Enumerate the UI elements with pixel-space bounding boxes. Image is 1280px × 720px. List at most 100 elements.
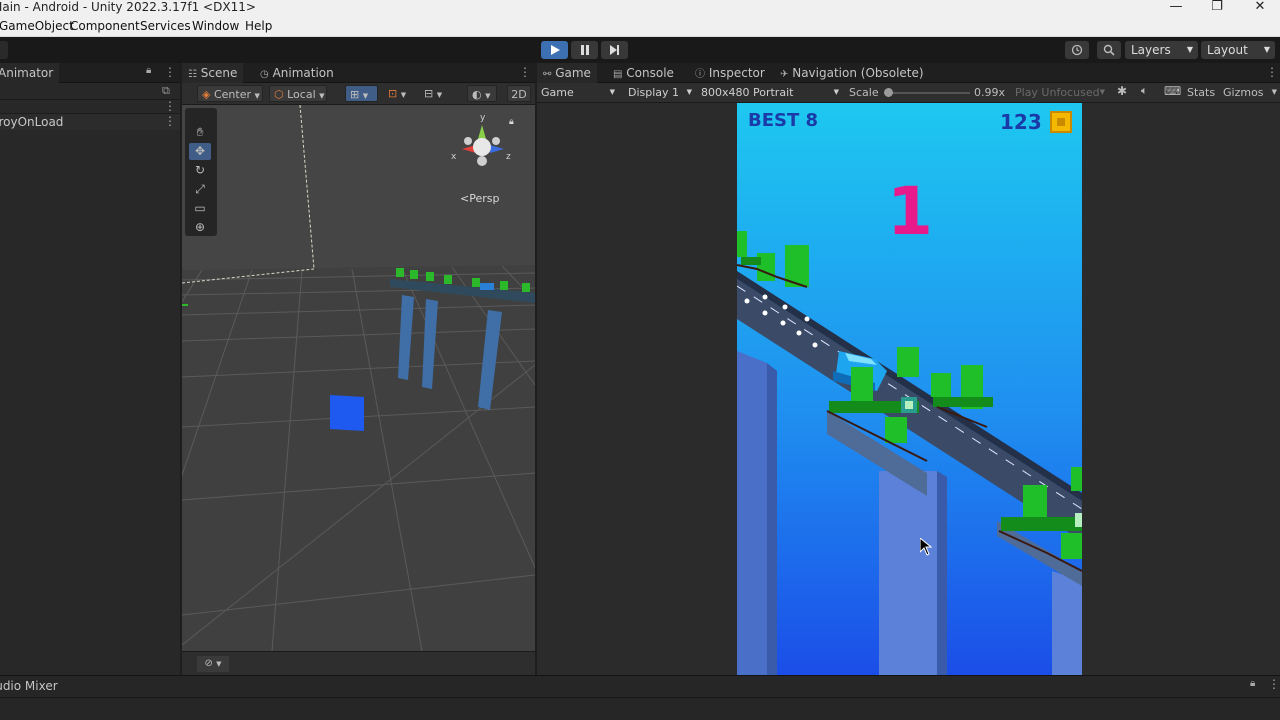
best-score-label: BEST 8 — [748, 110, 819, 131]
menu-window[interactable]: Window — [192, 19, 239, 33]
stats-button[interactable]: Stats — [1187, 86, 1215, 99]
game-screen[interactable]: BEST 8 123 1 — [737, 103, 1082, 675]
play-button[interactable] — [541, 41, 568, 59]
tab-console[interactable]: ▤ Console — [607, 63, 680, 83]
clock-icon: ◷ — [260, 69, 269, 80]
current-score: 1 — [887, 173, 933, 250]
audio-mixer-panel: Audio Mixer 🔒︎ ⋮ — [0, 675, 1280, 720]
scene-graphics — [182, 105, 535, 651]
panel-tabbar: ⚯ Game ▤ Console ⓘ Inspector ✈ Navigatio… — [537, 63, 1280, 83]
mouse-cursor-icon — [920, 538, 932, 556]
step-button[interactable] — [601, 41, 628, 59]
pause-button[interactable] — [571, 41, 598, 59]
account-button[interactable] — [0, 41, 8, 59]
maximize-button[interactable]: ❐ — [1207, 0, 1227, 16]
tab-audio-mixer[interactable]: Audio Mixer — [0, 679, 58, 693]
scale-slider[interactable] — [884, 88, 970, 97]
display-dropdown[interactable]: Display 1 ▼ — [624, 84, 694, 101]
resolution-dropdown[interactable]: 800x480 Portrait ▼ — [697, 84, 841, 101]
layers-label: Layers — [1131, 43, 1171, 57]
bug-icon[interactable]: ✱ — [1117, 84, 1127, 98]
transform-tool-icon[interactable]: ⊕ — [189, 219, 211, 236]
kebab-menu-icon[interactable]: ⋮ — [164, 99, 176, 113]
menu-services[interactable]: Services — [140, 19, 191, 33]
chevron-down-icon: ▼ — [362, 92, 369, 100]
lock-icon[interactable]: 🔒︎ — [509, 117, 514, 127]
move-tool-icon[interactable]: ✥ — [189, 143, 211, 160]
gizmos-dropdown[interactable]: Gizmos ▼ — [1219, 84, 1279, 101]
mode-2d-toggle[interactable]: 2D — [507, 85, 531, 102]
scale-label: Scale — [849, 86, 879, 99]
close-button[interactable]: ✕ — [1250, 0, 1270, 16]
tab-navigation[interactable]: ✈ Navigation (Obsolete) — [774, 63, 930, 83]
tab-inspector[interactable]: ⓘ Inspector — [689, 63, 771, 83]
pivot-dropdown[interactable]: ◈ Center ▼ — [197, 85, 263, 102]
scene-viewport[interactable]: ✋︎ ✥ ↻ ⤢ ▭ ⊕ y x z 🔒︎ <Persp — [182, 105, 535, 651]
increment-dropdown[interactable]: ⊟ ▼ — [420, 85, 452, 102]
menu-component[interactable]: Component — [70, 19, 140, 33]
kebab-menu-icon[interactable]: ⋮ — [164, 65, 176, 79]
menu-gameobject[interactable]: GameObject — [0, 19, 74, 33]
scale-slider-handle[interactable] — [884, 88, 893, 97]
play-mode-dropdown[interactable]: Play Unfocused ▼ — [1011, 84, 1107, 101]
overlay-dropdown[interactable]: ⊘ ▼ — [197, 656, 229, 672]
tab-animation[interactable]: ◷ Animation — [254, 63, 340, 83]
coin-count: 123 — [1000, 110, 1042, 134]
search-icon — [1103, 44, 1115, 56]
increment-icon: ⊟ — [424, 87, 434, 100]
tab-animation-label: Animation — [272, 66, 334, 80]
gizmo-axis-y: y — [480, 113, 486, 123]
tab-navigation-label: Navigation (Obsolete) — [792, 66, 924, 80]
chevron-down-icon: ▼ — [833, 88, 839, 96]
persp-label[interactable]: <Persp — [460, 192, 499, 205]
overlay-icon: ⊘ — [204, 658, 213, 669]
lock-icon[interactable]: 🔒︎ — [146, 65, 151, 76]
kebab-menu-icon[interactable]: ⋮ — [1266, 65, 1278, 79]
space-dropdown[interactable]: ⬡ Local ▼ — [269, 85, 327, 102]
window-title: Main - Android - Unity 2022.3.17f1 <DX11… — [0, 0, 256, 14]
hand-tool-icon[interactable]: ✋︎ — [189, 124, 211, 141]
chevron-down-icon: ▼ — [485, 92, 491, 100]
animator-panel: Animator 🔒︎ ⋮ ⧉ ⋮ DontDestroyOnLoad ⋮ — [0, 63, 180, 675]
game-toolbar: Game ▼ Display 1 ▼ 800x480 Portrait ▼ Sc… — [537, 83, 1280, 103]
view-dropdown[interactable]: Game ▼ — [537, 84, 617, 101]
grid-dropdown[interactable]: ⊡ ▼ — [384, 85, 412, 102]
sphere-icon: ◐ — [472, 88, 482, 101]
tab-game[interactable]: ⚯ Game — [537, 63, 597, 83]
game-viewport[interactable]: BEST 8 123 1 — [537, 103, 1280, 675]
history-button[interactable] — [1065, 41, 1089, 59]
grid-snap-icon: ⊡ — [388, 87, 398, 100]
list-item[interactable]: DontDestroyOnLoad ⋮ — [0, 114, 180, 130]
pivot-label: Center — [213, 88, 251, 101]
orientation-gizmo[interactable]: y x z — [448, 113, 516, 181]
kebab-menu-icon[interactable]: ⋮ — [1268, 677, 1280, 691]
lock-icon[interactable]: 🔒︎ — [1250, 678, 1255, 689]
add-icon[interactable]: ⧉ — [162, 84, 170, 98]
step-icon — [609, 45, 619, 55]
rotate-tool-icon[interactable]: ↻ — [189, 162, 211, 179]
snap-toggle[interactable]: ⊞ ▼ — [345, 85, 378, 102]
tab-scene-label: Scene — [200, 66, 238, 80]
kebab-menu-icon[interactable]: ⋮ — [164, 114, 176, 128]
search-button[interactable] — [1097, 41, 1121, 59]
layout-label: Layout — [1207, 43, 1248, 57]
pause-icon — [580, 45, 589, 55]
window-titlebar: Main - Android - Unity 2022.3.17f1 <DX11… — [0, 0, 1280, 16]
tab-animator[interactable]: Animator — [0, 63, 60, 83]
scale-tool-icon[interactable]: ⤢ — [189, 181, 211, 198]
play-mode-label: Play Unfocused — [1015, 86, 1100, 99]
menu-help[interactable]: Help — [245, 19, 272, 33]
chevron-down-icon: ▼ — [1271, 88, 1277, 96]
shading-dropdown[interactable]: ◐ ▼ — [467, 85, 497, 102]
speaker-icon[interactable]: 🔈︎ — [1141, 84, 1148, 98]
kebab-menu-icon[interactable]: ⋮ — [519, 65, 531, 79]
layers-dropdown[interactable]: Layers ▼ — [1125, 41, 1198, 59]
menu-bar: GameObject Component Services Window Hel… — [0, 16, 1280, 37]
keyboard-icon[interactable]: ⌨︎ — [1164, 84, 1181, 98]
tab-scene[interactable]: ☷ Scene — [182, 63, 244, 83]
minimize-button[interactable]: — — [1166, 0, 1186, 16]
scale-value: 0.99x — [974, 86, 1006, 99]
layout-dropdown[interactable]: Layout ▼ — [1201, 41, 1275, 59]
rect-tool-icon[interactable]: ▭ — [189, 200, 211, 217]
chevron-down-icon: ▼ — [609, 88, 615, 96]
